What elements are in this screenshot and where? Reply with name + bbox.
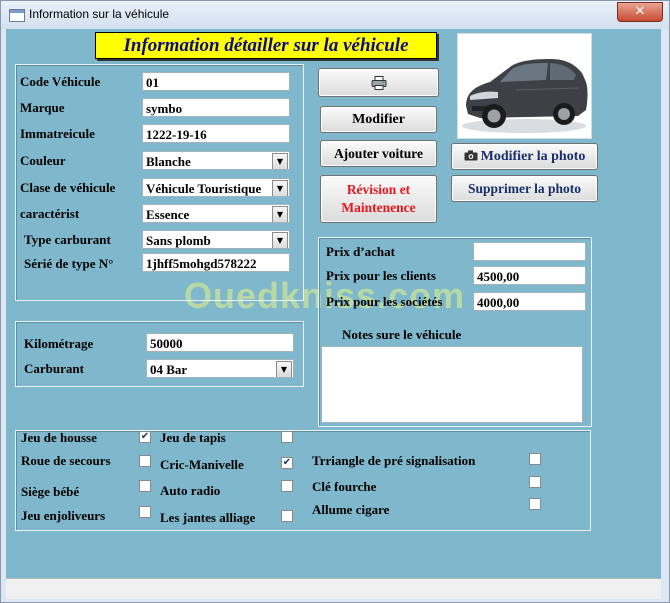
- caracteristique-label: caractérist: [20, 206, 80, 221]
- serie-label: Sérié de type N°: [24, 256, 114, 271]
- title-bar: Information sur la véhicule ✕: [1, 1, 669, 29]
- window-title: Information sur la véhicule: [29, 7, 170, 21]
- equipment-label-9: Clé fourche: [312, 479, 377, 494]
- prix-societes-label: Prix pour les sociétés: [326, 294, 443, 309]
- chevron-down-icon[interactable]: ▼: [272, 232, 288, 248]
- notes-textarea[interactable]: [321, 346, 583, 423]
- equipment-label-6: Auto radio: [160, 483, 221, 498]
- equipment-checkbox-2[interactable]: [139, 480, 151, 492]
- equipment-label-8: Trriangle de pré signalisation: [312, 453, 476, 468]
- prix-clients-label: Prix pour les clients: [326, 268, 436, 283]
- carburant-label: Carburant: [24, 361, 84, 376]
- immatriculation-label: Immatreicule: [20, 126, 95, 141]
- classe-label: Clase de véhicule: [20, 180, 116, 195]
- couleur-label: Couleur: [20, 153, 66, 168]
- classe-combo[interactable]: Véhicule Touristique ▼: [142, 178, 290, 197]
- prix-achat-field[interactable]: [473, 242, 586, 261]
- chevron-down-icon[interactable]: ▼: [276, 361, 292, 377]
- modifier-photo-button[interactable]: Modifier la photo: [451, 143, 598, 170]
- equipment-label-7: Les jantes alliage: [160, 510, 256, 525]
- camera-icon: [464, 150, 478, 161]
- classe-value: Véhicule Touristique: [146, 181, 262, 196]
- type-carburant-value: Sans plomb: [146, 233, 211, 248]
- kilometrage-label: Kilométrage: [24, 336, 94, 351]
- type-carburant-combo[interactable]: Sans plomb ▼: [142, 230, 290, 249]
- serie-field[interactable]: 1jhff5mohgd578222: [142, 253, 290, 272]
- equipment-label-2: Siège bébé: [21, 484, 80, 499]
- equipment-label-5: Cric-Manivelle: [160, 457, 244, 472]
- equipment-checkbox-4[interactable]: [281, 431, 293, 443]
- chevron-down-icon[interactable]: ▼: [272, 180, 288, 196]
- equipment-checkbox-5[interactable]: ✔: [281, 457, 293, 469]
- notes-label: Notes sure le véhicule: [342, 327, 462, 342]
- immatriculation-field[interactable]: 1222-19-16: [142, 124, 290, 143]
- equipment-label-4: Jeu de tapis: [160, 430, 226, 445]
- equipment-checkbox-7[interactable]: [281, 510, 293, 522]
- page-title: Information détailler sur la véhicule: [95, 32, 437, 59]
- equipment-label-0: Jeu de housse: [21, 430, 97, 445]
- kilometrage-field[interactable]: 50000: [146, 333, 294, 352]
- equipment-checkbox-3[interactable]: [139, 506, 151, 518]
- equipment-checkbox-10[interactable]: [529, 498, 541, 510]
- modifier-button[interactable]: Modifier: [320, 106, 437, 133]
- window-border-right: [661, 29, 668, 578]
- code-field[interactable]: 01: [142, 72, 290, 91]
- revision-maintenance-button[interactable]: Révision et Maintenence: [320, 175, 437, 223]
- carburant-combo[interactable]: 04 Bar ▼: [146, 359, 294, 378]
- code-label: Code Véhicule: [20, 74, 101, 89]
- prix-societes-field[interactable]: 4000,00: [473, 292, 586, 311]
- couleur-combo[interactable]: Blanche ▼: [142, 151, 290, 170]
- caracteristique-value: Essence: [146, 207, 190, 222]
- checkmark-icon: ✔: [282, 457, 292, 468]
- couleur-value: Blanche: [146, 154, 191, 169]
- equipment-checkbox-8[interactable]: [529, 453, 541, 465]
- vehicle-photo: [457, 33, 592, 139]
- chevron-down-icon[interactable]: ▼: [272, 206, 288, 222]
- equipment-checkbox-0[interactable]: ✔: [139, 431, 151, 443]
- checkmark-icon: ✔: [140, 431, 150, 442]
- type-carburant-label: Type carburant: [24, 232, 111, 247]
- record-navigation-bar: [6, 578, 661, 599]
- print-button[interactable]: [318, 68, 439, 97]
- ajouter-voiture-button[interactable]: Ajouter voiture: [320, 140, 437, 167]
- equipment-checkbox-1[interactable]: [139, 455, 151, 467]
- caracteristique-combo[interactable]: Essence ▼: [142, 204, 290, 223]
- equipment-checkbox-9[interactable]: [529, 476, 541, 488]
- equipment-label-10: Allume cigare: [312, 502, 390, 517]
- equipment-label-1: Roue de secours: [21, 453, 111, 468]
- modifier-photo-label: Modifier la photo: [480, 149, 586, 164]
- car-image: [462, 59, 588, 133]
- chevron-down-icon[interactable]: ▼: [272, 153, 288, 169]
- carburant-value: 04 Bar: [150, 362, 188, 377]
- supprimer-photo-button[interactable]: Supprimer la photo: [451, 175, 598, 202]
- printer-icon: [371, 76, 386, 90]
- form-icon: [9, 9, 25, 22]
- marque-field[interactable]: symbo: [142, 98, 290, 117]
- close-button[interactable]: ✕: [617, 2, 663, 22]
- prix-clients-field[interactable]: 4500,00: [473, 266, 586, 285]
- equipment-checkbox-6[interactable]: [281, 480, 293, 492]
- marque-label: Marque: [20, 100, 65, 115]
- prix-achat-label: Prix d’achat: [326, 244, 395, 259]
- equipment-label-3: Jeu enjoliveurs: [21, 508, 106, 523]
